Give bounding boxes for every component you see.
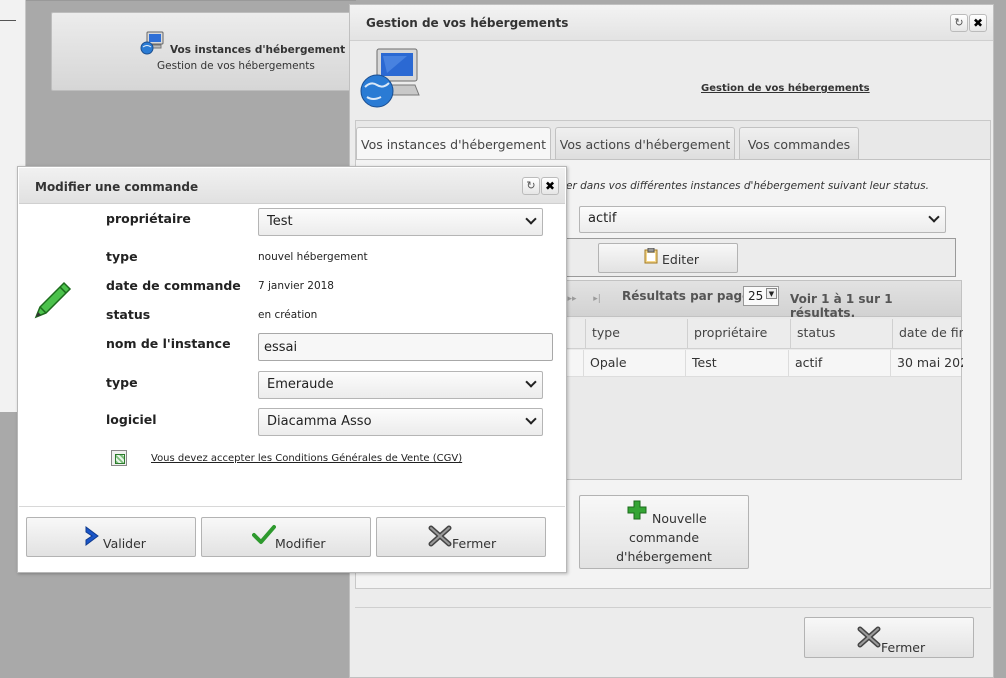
plus-icon: [627, 500, 647, 520]
monitor-globe-icon: [140, 31, 164, 55]
new-order-button[interactable]: Nouvelle commande d'hébergement: [579, 495, 749, 569]
new-order-label-2: commande: [628, 530, 700, 545]
instance-name-input[interactable]: [258, 333, 553, 361]
instance-type-select[interactable]: Emeraude: [258, 371, 543, 399]
order-date-label: date de commande: [106, 278, 241, 293]
per-page-value: 25: [748, 289, 764, 303]
new-order-label-1: Nouvelle: [652, 511, 707, 526]
cell-end-date: 30 mai 202: [890, 350, 963, 376]
host-close-label: Fermer: [881, 640, 926, 655]
software-value: Diacamma Asso: [258, 408, 543, 436]
per-page-select[interactable]: 25 ▼: [743, 286, 779, 306]
dialog-separator: [19, 506, 565, 507]
close-icon: [857, 626, 881, 648]
status-filter-value: actif: [579, 206, 946, 233]
refresh-icon[interactable]: ↻: [950, 14, 968, 32]
base-page-divider: [0, 20, 16, 21]
status-value: en création: [258, 309, 318, 321]
type-label: type: [106, 249, 138, 264]
hosting-window-title: Gestion de vos hébergements: [366, 16, 569, 30]
validate-label: Valider: [103, 536, 146, 551]
tab-actions[interactable]: Vos actions d'hébergement: [555, 127, 735, 159]
footer-separator: [355, 607, 991, 608]
menu-tile-title: Vos instances d'hébergement: [170, 44, 346, 56]
cgv-checkbox[interactable]: [111, 450, 127, 466]
type-value: nouvel hébergement: [258, 251, 368, 263]
cgv-link[interactable]: Vous devez accepter les Conditions Génér…: [151, 453, 462, 464]
dialog-close-label: Fermer: [452, 536, 497, 551]
dialog-close-button[interactable]: Fermer: [376, 517, 546, 557]
new-order-label-3: d'hébergement: [616, 549, 712, 564]
tab-instances[interactable]: Vos instances d'hébergement: [356, 127, 551, 161]
instance-type-label: type: [106, 375, 138, 390]
validate-button[interactable]: Valider: [26, 517, 196, 557]
column-header-type[interactable]: type: [585, 319, 687, 349]
software-select[interactable]: Diacamma Asso: [258, 408, 543, 436]
chevron-right-icon: [85, 526, 99, 546]
chevron-down-icon: ▼: [766, 288, 777, 299]
cell-type: Opale: [583, 350, 685, 376]
dialog-titlebar: Modifier une commande ↻ ✖: [19, 168, 565, 204]
base-page-divider-top: [26, 0, 356, 1]
column-header-status[interactable]: status: [790, 319, 892, 349]
owner-select-value: Test: [258, 208, 543, 236]
close-icon[interactable]: ✖: [541, 177, 559, 195]
monitor-globe-icon: [360, 48, 420, 108]
close-icon: [428, 525, 452, 547]
tab-orders[interactable]: Vos commandes: [739, 127, 859, 159]
column-header-owner[interactable]: propriétaire: [687, 319, 790, 349]
hosting-header-link[interactable]: Gestion de vos hébergements: [701, 83, 870, 94]
filter-description: er dans vos différentes instances d'hébe…: [566, 180, 929, 192]
refresh-icon[interactable]: ↻: [522, 177, 540, 195]
checkmark-icon: [252, 525, 276, 544]
edit-button[interactable]: Editer: [598, 243, 738, 273]
cell-owner: Test: [685, 350, 788, 376]
software-label: logiciel: [106, 412, 157, 427]
modify-button[interactable]: Modifier: [201, 517, 371, 557]
menu-tile-subtitle: Gestion de vos hébergements: [157, 60, 315, 72]
status-label: status: [106, 307, 151, 322]
per-page-label: Résultats par page:: [622, 289, 756, 303]
edit-order-dialog: Modifier une commande ↻ ✖ propriétaire T…: [17, 166, 567, 573]
modify-label: Modifier: [275, 536, 326, 551]
close-icon[interactable]: ✖: [969, 14, 987, 32]
owner-label: propriétaire: [106, 211, 191, 226]
instance-type-value: Emeraude: [258, 371, 543, 399]
column-header-end-date[interactable]: date de fin: [892, 319, 963, 349]
instance-name-label: nom de l'instance: [106, 336, 231, 351]
order-date-value: 7 janvier 2018: [258, 280, 334, 292]
owner-select[interactable]: Test: [258, 208, 543, 236]
dialog-title: Modifier une commande: [35, 180, 199, 194]
results-count: Voir 1 à 1 sur 1 résultats.: [790, 292, 893, 320]
host-close-button[interactable]: Fermer: [804, 617, 974, 658]
hosting-window-titlebar: Gestion de vos hébergements ↻ ✖: [350, 5, 993, 41]
edit-button-label: Editer: [662, 252, 700, 267]
last-page-icon[interactable]: ▸|: [587, 289, 607, 309]
status-filter-select[interactable]: actif: [579, 206, 946, 233]
clipboard-icon: [644, 248, 658, 264]
pencil-icon: [34, 281, 72, 319]
cell-status: actif: [788, 350, 890, 376]
menu-tile-instances[interactable]: Vos instances d'hébergement Gestion de v…: [51, 12, 356, 91]
